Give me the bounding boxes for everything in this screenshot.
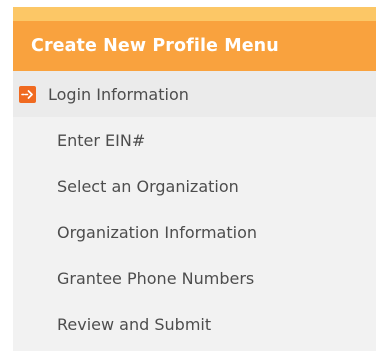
menu-header: Create New Profile Menu [13,21,376,71]
menu-list: Login Information Enter EIN# Select an O… [13,71,376,347]
menu-item-organization-information[interactable]: Organization Information [13,209,376,255]
menu-item-review-and-submit[interactable]: Review and Submit [13,301,376,347]
menu-item-label: Enter EIN# [57,130,146,150]
menu-item-label: Select an Organization [57,176,239,196]
menu-item-label: Grantee Phone Numbers [57,268,255,288]
menu-title: Create New Profile Menu [31,36,279,56]
menu-item-label: Review and Submit [57,314,212,334]
menu-top-strip [13,7,376,21]
menu-item-grantee-phone-numbers[interactable]: Grantee Phone Numbers [13,255,376,301]
menu-item-label: Login Information [48,84,189,104]
menu-item-select-organization[interactable]: Select an Organization [13,163,376,209]
profile-menu-page: Create New Profile Menu Login Informatio… [0,0,385,351]
menu-item-label: Organization Information [57,222,257,242]
arrow-right-icon [19,85,36,103]
menu-item-login-information[interactable]: Login Information [13,71,376,117]
menu-item-enter-ein[interactable]: Enter EIN# [13,117,376,163]
